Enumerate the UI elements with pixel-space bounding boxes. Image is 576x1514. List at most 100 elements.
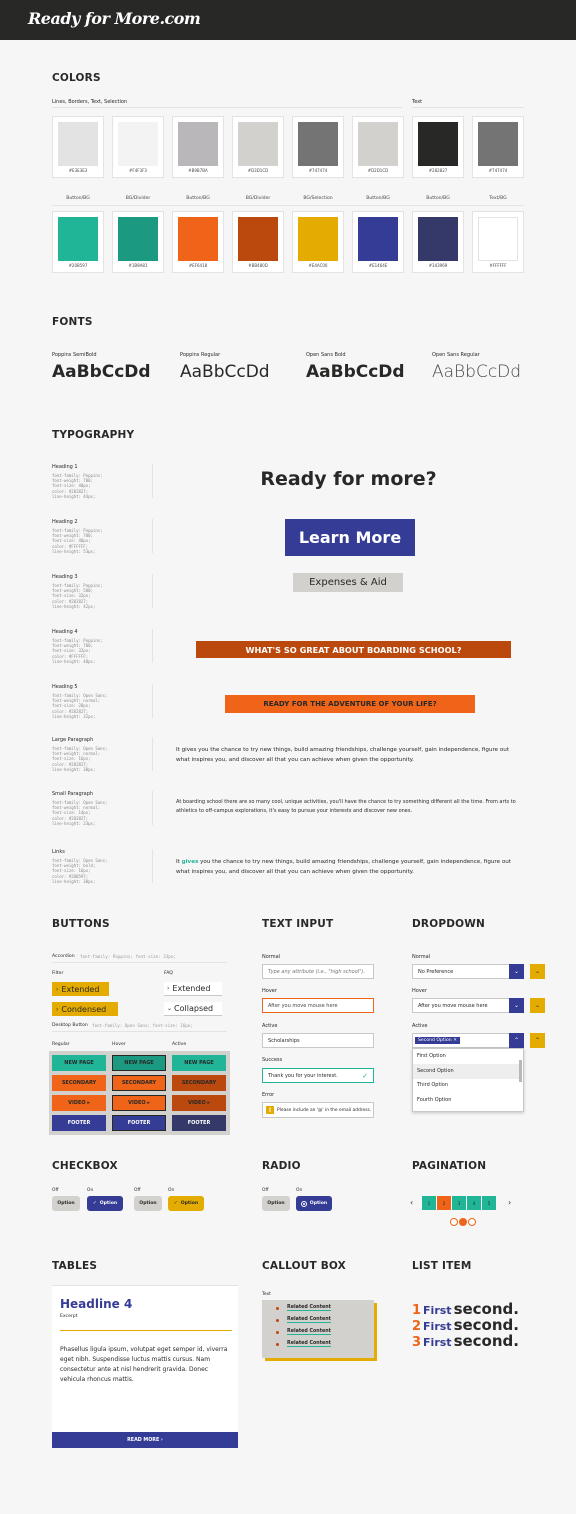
- callout-item[interactable]: Related Content: [276, 1317, 331, 1323]
- checkbox-off-yellow[interactable]: Option: [134, 1196, 162, 1211]
- typography-heading: TYPOGRAPHY: [52, 429, 135, 441]
- radio-off[interactable]: Option: [262, 1196, 290, 1211]
- desktop-button-spec: font-family: Open Sans; font-size: 16px;: [92, 1023, 193, 1028]
- desktop-button-hover[interactable]: NEW PAGE: [112, 1055, 166, 1071]
- swatch-hex: #1B9A81: [128, 263, 148, 268]
- swatch-usage-label: Button/BG: [426, 196, 450, 201]
- dropdown-normal[interactable]: No Preference: [412, 964, 524, 979]
- list-first: First: [423, 1336, 452, 1349]
- dropdown-normal-label: Normal: [412, 954, 431, 960]
- dropdown-hover[interactable]: After you move mouse here: [412, 998, 524, 1013]
- desktop-button-hover[interactable]: SECONDARY: [112, 1075, 166, 1091]
- desktop-button-active[interactable]: NEW PAGE: [172, 1055, 226, 1071]
- font-sample: AaBbCcDd: [52, 362, 151, 382]
- read-more-button[interactable]: READ MORE ›: [52, 1432, 238, 1448]
- page-link[interactable]: 3: [452, 1196, 466, 1210]
- swatch-hex: #343969: [428, 263, 448, 268]
- bullet-icon: [276, 1306, 279, 1310]
- callout-link[interactable]: Related Content: [287, 1317, 331, 1323]
- desktop-button-hover[interactable]: VIDEO ▸: [112, 1095, 166, 1111]
- radio-on[interactable]: Option: [296, 1196, 332, 1211]
- swatch-hex: #747474: [308, 168, 328, 173]
- chevron-down-icon[interactable]: ⌄: [509, 998, 524, 1013]
- pagination-next[interactable]: ›: [508, 1198, 511, 1207]
- chevron-down-icon[interactable]: ⌄: [530, 964, 545, 979]
- selected-chip[interactable]: Second Option ✕: [415, 1037, 461, 1044]
- checkbox-on-blue[interactable]: ✓ Option: [87, 1196, 123, 1211]
- pagination-dot[interactable]: [450, 1218, 458, 1226]
- page-link[interactable]: 5: [482, 1196, 496, 1210]
- pagination-prev[interactable]: ‹: [410, 1198, 413, 1207]
- swatch-hex: #20B597: [68, 263, 88, 268]
- chevron-up-icon[interactable]: ⌃: [509, 1033, 524, 1048]
- divider: [152, 464, 153, 498]
- filter-extended-label: Extended: [61, 984, 100, 994]
- desktop-button-regular[interactable]: SECONDARY: [52, 1075, 106, 1091]
- page-current[interactable]: 2: [437, 1196, 451, 1210]
- accordion-label: Accordion: [52, 954, 75, 959]
- search-input-normal[interactable]: Type any attribute (i.e., "high school")…: [262, 964, 374, 979]
- typography-style-name: Heading 5: [52, 684, 78, 690]
- desktop-button-active[interactable]: FOOTER: [172, 1115, 226, 1131]
- input-active-label: Active: [262, 1023, 278, 1029]
- bullet-icon: [276, 1318, 279, 1322]
- page-link[interactable]: 4: [467, 1196, 481, 1210]
- dropdown-active[interactable]: Second Option ✕: [412, 1033, 524, 1048]
- checkbox-off-label: Off: [134, 1188, 141, 1193]
- page-link[interactable]: 1: [422, 1196, 436, 1210]
- radio-heading: RADIO: [262, 1160, 301, 1172]
- chevron-down-icon[interactable]: ⌄: [509, 964, 524, 979]
- dropdown-option[interactable]: First Option: [417, 1053, 446, 1059]
- callout-item[interactable]: Related Content: [276, 1329, 331, 1335]
- pagination-dot[interactable]: [468, 1218, 476, 1226]
- close-icon[interactable]: ✕: [453, 1038, 457, 1043]
- color-swatch: #282827: [412, 116, 464, 178]
- desktop-button-active[interactable]: SECONDARY: [172, 1075, 226, 1091]
- input-success[interactable]: Thank you for your interest. ✓: [262, 1068, 374, 1083]
- desktop-button-regular[interactable]: FOOTER: [52, 1115, 106, 1131]
- callout-link[interactable]: Related Content: [287, 1305, 331, 1311]
- swatch-hex: #D3D1CD: [247, 168, 269, 173]
- color-swatch: #E4AC00: [292, 211, 344, 273]
- state-regular-label: Regular: [52, 1042, 70, 1047]
- sample-link[interactable]: gives: [182, 859, 199, 865]
- site-logo[interactable]: Ready for More.com: [28, 9, 201, 28]
- callout-item[interactable]: Related Content: [276, 1305, 331, 1311]
- dropdown-scrollbar[interactable]: [519, 1060, 522, 1082]
- sample-heading-2[interactable]: Learn More: [285, 519, 415, 556]
- desktop-button-regular[interactable]: NEW PAGE: [52, 1055, 106, 1071]
- swatch-color: [118, 217, 158, 261]
- state-hover-label: Hover: [112, 1042, 126, 1047]
- color-swatch: #747474: [472, 116, 524, 178]
- color-swatch: #20B597: [52, 211, 104, 273]
- radio-on-label: On: [296, 1188, 303, 1193]
- chevron-down-icon[interactable]: ⌄: [530, 998, 545, 1013]
- checkbox-on-yellow[interactable]: ✓ Option: [168, 1196, 204, 1211]
- dropdown-option[interactable]: Third Option: [417, 1082, 448, 1088]
- filter-condensed-button[interactable]: › Condensed: [52, 1002, 118, 1016]
- pagination-dot-active[interactable]: [459, 1218, 467, 1226]
- sample-heading-5: READY FOR THE ADVENTURE OF YOUR LIFE?: [225, 695, 475, 713]
- search-input-hover[interactable]: After you move mouse here: [262, 998, 374, 1013]
- faq-extended-button[interactable]: › Extended: [164, 982, 222, 996]
- checkbox-off-blue[interactable]: Option: [52, 1196, 80, 1211]
- callout-link[interactable]: Related Content: [287, 1341, 331, 1347]
- desktop-button-active[interactable]: VIDEO ▸: [172, 1095, 226, 1111]
- callout-item[interactable]: Related Content: [276, 1341, 331, 1347]
- callout-link[interactable]: Related Content: [287, 1329, 331, 1335]
- color-swatch: #BB480D: [232, 211, 284, 273]
- chevron-up-icon[interactable]: ⌃: [530, 1033, 545, 1048]
- desktop-button-regular[interactable]: VIDEO ▸: [52, 1095, 106, 1111]
- search-input-active[interactable]: Scholarships: [262, 1033, 374, 1048]
- dropdown-option[interactable]: Second Option: [417, 1068, 454, 1074]
- faq-extended-label: Extended: [172, 984, 211, 993]
- divider: [152, 519, 153, 553]
- typography-style-spec: font-family: Poppins; font-weight: 700; …: [52, 473, 103, 499]
- dropdown-option[interactable]: Fourth Option: [417, 1097, 451, 1103]
- filter-extended-button[interactable]: › Extended: [52, 982, 109, 996]
- swatch-hex: #F4F3F3: [129, 168, 147, 173]
- colors-heading: COLORS: [52, 72, 101, 84]
- divider: [152, 849, 153, 883]
- faq-collapsed-button[interactable]: ⌄ Collapsed: [164, 1002, 222, 1016]
- desktop-button-hover[interactable]: FOOTER: [112, 1115, 166, 1131]
